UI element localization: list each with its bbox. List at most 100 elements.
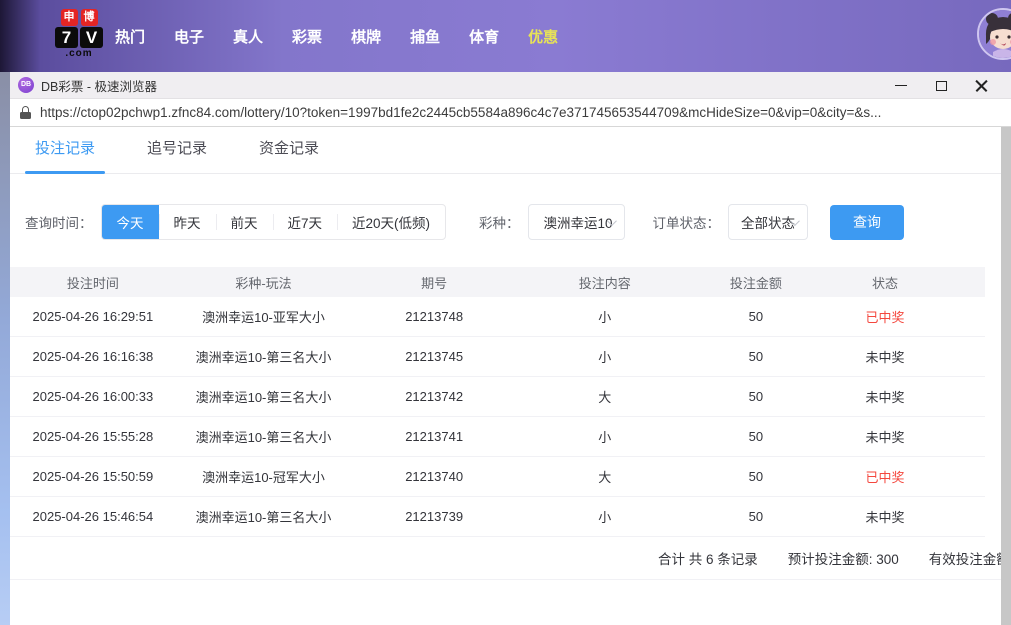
time-range-group: 今天 昨天 前天 近7天 近20天(低频) bbox=[100, 204, 447, 240]
browser-favicon: DB bbox=[18, 77, 34, 93]
col-header-status: 状态 bbox=[872, 275, 899, 291]
order-status-value: 全部状态 bbox=[741, 216, 796, 231]
cell-game-play: 澳洲幸运10-第三名大小 bbox=[195, 390, 332, 405]
col-header-content: 投注内容 bbox=[578, 275, 631, 291]
cell-issue: 21213745 bbox=[405, 349, 464, 364]
lottery-type-select[interactable]: 澳洲幸运10 bbox=[527, 204, 625, 240]
cell-amount: 50 bbox=[748, 429, 764, 444]
cell-amount: 50 bbox=[748, 309, 764, 324]
cell-status: 已中奖 bbox=[865, 310, 905, 325]
cell-amount: 50 bbox=[748, 469, 764, 484]
table-row: 2025-04-26 16:29:51 澳洲幸运10-亚军大小 21213748… bbox=[10, 297, 985, 337]
cell-bet-time: 2025-04-26 16:00:33 bbox=[32, 389, 154, 404]
cell-bet-time: 2025-04-26 15:46:54 bbox=[32, 509, 154, 524]
logo-domain: .com bbox=[65, 48, 93, 59]
tab-chase-records[interactable]: 追号记录 bbox=[137, 127, 217, 174]
summary-estimated-amount: 预计投注金额: 300 bbox=[787, 552, 899, 567]
site-nav-menu: 热门 电子 真人 彩票 棋牌 捕鱼 体育 优惠 bbox=[115, 0, 558, 72]
time-option-day-before[interactable]: 前天 bbox=[215, 205, 273, 239]
nav-item-live[interactable]: 真人 bbox=[233, 26, 263, 47]
nav-item-sports[interactable]: 体育 bbox=[469, 26, 499, 47]
table-row: 2025-04-26 15:46:54 澳洲幸运10-第三名大小 2121373… bbox=[10, 497, 985, 537]
nav-item-lottery[interactable]: 彩票 bbox=[292, 26, 322, 47]
close-icon bbox=[975, 79, 988, 92]
nav-item-hot[interactable]: 热门 bbox=[115, 26, 145, 47]
cell-issue: 21213740 bbox=[405, 469, 464, 484]
cell-bet-time: 2025-04-26 16:16:38 bbox=[32, 349, 154, 364]
order-status-select[interactable]: 全部状态 bbox=[728, 204, 809, 240]
cell-status: 未中奖 bbox=[865, 350, 905, 365]
cell-game-play: 澳洲幸运10-亚军大小 bbox=[202, 310, 325, 325]
time-option-yesterday[interactable]: 昨天 bbox=[158, 205, 216, 239]
logo-badge-left: 申 bbox=[60, 9, 78, 26]
lottery-type-label: 彩种： bbox=[479, 216, 520, 231]
tab-bet-records[interactable]: 投注记录 bbox=[25, 127, 105, 174]
cell-content: 大 bbox=[598, 470, 612, 485]
close-button[interactable] bbox=[961, 72, 1001, 99]
nav-item-slots[interactable]: 电子 bbox=[174, 26, 204, 47]
cell-amount: 50 bbox=[748, 509, 764, 524]
query-time-label: 查询时间： bbox=[25, 216, 93, 231]
time-option-last-7-days[interactable]: 近7天 bbox=[272, 205, 338, 239]
window-controls bbox=[881, 72, 1001, 99]
cell-bet-time: 2025-04-26 15:55:28 bbox=[32, 429, 154, 444]
url-text[interactable]: https://ctop02pchwp1.zfnc84.com/lottery/… bbox=[40, 105, 881, 120]
avatar-cartoon-girl-icon bbox=[979, 10, 1011, 58]
vertical-scrollbar[interactable] bbox=[1001, 127, 1011, 625]
cell-bet-time: 2025-04-26 16:29:51 bbox=[32, 309, 154, 324]
cell-content: 小 bbox=[598, 350, 612, 365]
lock-icon bbox=[20, 106, 31, 119]
minimize-icon bbox=[895, 85, 907, 86]
cell-issue: 21213741 bbox=[405, 429, 464, 444]
browser-title-bar[interactable]: DB DB彩票 - 极速浏览器 bbox=[10, 72, 1011, 99]
col-header-game-play: 彩种-玩法 bbox=[235, 275, 292, 291]
cell-issue: 21213748 bbox=[405, 309, 464, 324]
logo-brand-char-v: V bbox=[80, 27, 103, 48]
table-header-row: 投注时间 彩种-玩法 期号 投注内容 投注金额 状态 bbox=[10, 267, 985, 297]
cell-status: 已中奖 bbox=[865, 470, 905, 485]
table-row: 2025-04-26 16:00:33 澳洲幸运10-第三名大小 2121374… bbox=[10, 377, 985, 417]
logo-brand-char-7: 7 bbox=[55, 27, 78, 48]
cell-status: 未中奖 bbox=[865, 390, 905, 405]
cell-game-play: 澳洲幸运10-第三名大小 bbox=[195, 510, 332, 525]
cell-issue: 21213739 bbox=[405, 509, 464, 524]
time-option-last-20-days[interactable]: 近20天(低频) bbox=[337, 205, 445, 239]
cell-content: 小 bbox=[598, 310, 612, 325]
nav-item-promo[interactable]: 优惠 bbox=[528, 26, 558, 47]
tab-fund-records[interactable]: 资金记录 bbox=[249, 127, 329, 174]
lottery-type-value: 澳洲幸运10 bbox=[543, 216, 613, 231]
filter-bar: 查询时间： 今天 昨天 前天 近7天 近20天(低频) 彩种： 澳洲幸运10 订… bbox=[25, 204, 1011, 240]
browser-url-bar[interactable]: https://ctop02pchwp1.zfnc84.com/lottery/… bbox=[10, 99, 1011, 127]
col-header-issue: 期号 bbox=[421, 275, 448, 291]
search-button[interactable]: 查询 bbox=[830, 204, 905, 240]
minimize-button[interactable] bbox=[881, 72, 921, 99]
cell-status: 未中奖 bbox=[865, 430, 905, 445]
time-option-today[interactable]: 今天 bbox=[101, 205, 159, 239]
col-header-bet-time: 投注时间 bbox=[66, 275, 119, 291]
window-title: DB彩票 - 极速浏览器 bbox=[41, 79, 157, 94]
cell-game-play: 澳洲幸运10-第三名大小 bbox=[195, 350, 332, 365]
site-logo[interactable]: 申 博 7 V .com bbox=[48, 9, 110, 59]
cell-content: 小 bbox=[598, 510, 612, 525]
nav-item-fishing[interactable]: 捕鱼 bbox=[410, 26, 440, 47]
bet-records-table: 投注时间 彩种-玩法 期号 投注内容 投注金额 状态 2025-04-26 16… bbox=[10, 267, 1011, 537]
cell-game-play: 澳洲幸运10-第三名大小 bbox=[195, 430, 332, 445]
cell-content: 大 bbox=[598, 390, 612, 405]
maximize-button[interactable] bbox=[921, 72, 961, 99]
site-top-nav: 申 博 7 V .com 热门 电子 真人 彩票 棋牌 捕鱼 体育 优惠 bbox=[0, 0, 1011, 72]
maximize-icon bbox=[935, 80, 947, 91]
page-viewport: 投注记录 追号记录 资金记录 查询时间： 今天 昨天 前天 近7天 近20天(低… bbox=[10, 127, 1011, 625]
cell-amount: 50 bbox=[748, 389, 764, 404]
desktop-background-strip bbox=[0, 72, 10, 625]
user-avatar[interactable] bbox=[977, 8, 1011, 60]
nav-item-board[interactable]: 棋牌 bbox=[351, 26, 381, 47]
cell-amount: 50 bbox=[748, 349, 764, 364]
cell-status: 未中奖 bbox=[865, 510, 905, 525]
cell-game-play: 澳洲幸运10-冠军大小 bbox=[202, 470, 325, 485]
table-row: 2025-04-26 15:50:59 澳洲幸运10-冠军大小 21213740… bbox=[10, 457, 985, 497]
cell-bet-time: 2025-04-26 15:50:59 bbox=[32, 469, 154, 484]
table-row: 2025-04-26 15:55:28 澳洲幸运10-第三名大小 2121374… bbox=[10, 417, 985, 457]
table-row: 2025-04-26 16:16:38 澳洲幸运10-第三名大小 2121374… bbox=[10, 337, 985, 377]
cell-content: 小 bbox=[598, 430, 612, 445]
record-tabs: 投注记录 追号记录 资金记录 bbox=[10, 127, 1011, 174]
